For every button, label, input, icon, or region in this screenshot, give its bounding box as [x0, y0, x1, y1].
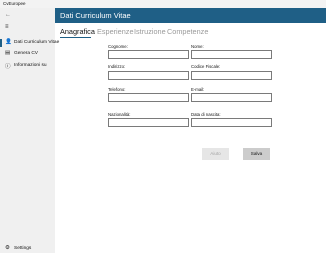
tab-competenze[interactable]: Competenze — [167, 27, 208, 36]
indirizzo-field[interactable] — [108, 71, 189, 80]
active-tab-indicator — [60, 37, 91, 38]
page-title: Dati Curriculum Vitae — [60, 11, 131, 20]
telefono-field[interactable] — [108, 93, 189, 102]
cognome-field[interactable] — [108, 50, 189, 59]
gear-icon: ⚙ — [5, 245, 10, 251]
window-title: CvEuropee — [3, 1, 26, 6]
sidebar-item-label: Genera CV — [14, 51, 38, 56]
sidebar-item-informazioni[interactable]: ⓘ Informazioni su — [0, 61, 55, 71]
data-nascita-field[interactable] — [191, 118, 272, 127]
nazionalita-field[interactable] — [108, 118, 189, 127]
info-icon: ⓘ — [5, 64, 11, 70]
sidebar: ← ≡ 👤 Dati Curriculum Vitae ▤ Genera CV … — [0, 8, 59, 253]
person-icon: 👤 — [5, 39, 12, 45]
sidebar-item-dati-curriculum[interactable]: 👤 Dati Curriculum Vitae — [0, 38, 59, 48]
document-icon: ▤ — [5, 50, 11, 56]
aiuto-button[interactable]: Aiuto — [202, 148, 229, 160]
codice-fiscale-field[interactable] — [191, 71, 272, 80]
email-label: E-mail: — [191, 87, 205, 92]
tab-esperienze[interactable]: Esperienze — [97, 27, 134, 36]
window-titlebar: CvEuropee — [0, 0, 326, 8]
sidebar-item-label: Informazioni su — [14, 63, 47, 68]
tab-istruzione[interactable]: Istruzione — [134, 27, 166, 36]
hamburger-icon[interactable]: ≡ — [5, 24, 9, 30]
back-arrow-icon[interactable]: ← — [5, 12, 11, 18]
salva-button[interactable]: Salva — [243, 148, 270, 160]
data-nascita-label: Data di nascita: — [191, 112, 221, 117]
indirizzo-label: Indirizzo: — [108, 64, 126, 69]
sidebar-item-settings[interactable]: ⚙ Settings — [0, 244, 55, 253]
codice-fiscale-label: Codice Fiscale: — [191, 64, 221, 69]
nome-label: Nome: — [191, 44, 204, 49]
cognome-label: Cognome: — [108, 44, 128, 49]
nome-field[interactable] — [191, 50, 272, 59]
nazionalita-label: Nazionalità: — [108, 112, 131, 117]
telefono-label: Telefono: — [108, 87, 126, 92]
sidebar-item-label: Dati Curriculum Vitae — [14, 40, 60, 45]
tab-anagrafica[interactable]: Anagrafica — [60, 27, 95, 36]
page-header: Dati Curriculum Vitae — [55, 8, 326, 23]
email-field[interactable] — [191, 93, 272, 102]
settings-label: Settings — [14, 246, 32, 251]
sidebar-item-genera-cv[interactable]: ▤ Genera CV — [0, 49, 55, 59]
